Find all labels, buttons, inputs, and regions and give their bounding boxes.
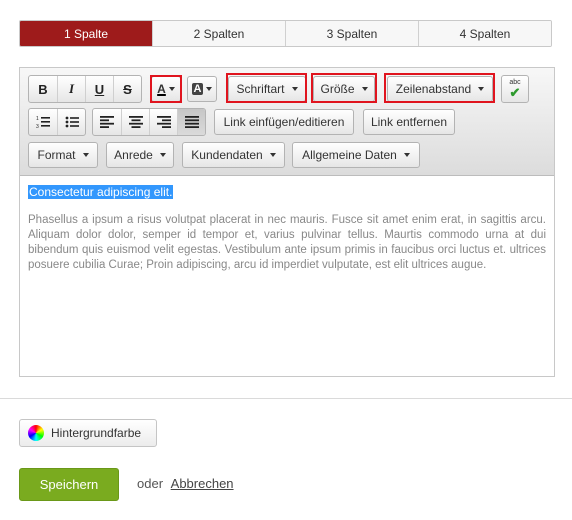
format-label: Format xyxy=(37,148,76,162)
ordered-list-icon: 1 3 xyxy=(36,116,50,129)
selected-text[interactable]: Consectetur adipiscing elit. xyxy=(28,185,174,199)
italic-button[interactable]: I xyxy=(57,76,85,102)
align-left-button[interactable] xyxy=(93,109,121,135)
checkmark-icon: ✔ xyxy=(509,85,521,100)
rich-text-editor: B I U S A A Schriftart Größe Zeilenabsta… xyxy=(19,67,555,377)
body-paragraph[interactable]: Phasellus a ipsum a risus volutpat place… xyxy=(28,213,546,273)
tab-1-column[interactable]: 1 Spalte xyxy=(20,21,152,46)
customer-data-label: Kundendaten xyxy=(191,148,263,162)
alignment-group xyxy=(92,108,206,136)
background-color-icon: A xyxy=(191,83,204,95)
svg-text:1: 1 xyxy=(36,116,39,122)
list-group: 1 3 xyxy=(28,108,86,136)
line-height-dropdown[interactable]: Zeilenabstand xyxy=(387,76,493,102)
column-tabs: 1 Spalte 2 Spalten 3 Spalten 4 Spalten xyxy=(19,20,552,47)
save-button[interactable]: Speichern xyxy=(19,468,119,501)
underline-button[interactable]: U xyxy=(85,76,113,102)
customer-data-dropdown[interactable]: Kundendaten xyxy=(182,142,285,168)
align-center-button[interactable] xyxy=(121,109,149,135)
svg-text:3: 3 xyxy=(36,124,39,129)
align-center-icon xyxy=(128,116,143,128)
chevron-down-icon xyxy=(82,153,89,157)
font-family-label: Schriftart xyxy=(236,82,285,96)
background-color-button[interactable]: A xyxy=(187,76,217,102)
align-justify-button[interactable] xyxy=(177,109,205,135)
tab-2-columns[interactable]: 2 Spalten xyxy=(152,21,285,46)
editor-content[interactable]: Consectetur adipiscing elit. Phasellus a… xyxy=(20,176,554,282)
section-divider xyxy=(0,398,572,399)
salutation-label: Anrede xyxy=(114,148,153,162)
general-data-dropdown[interactable]: Allgemeine Daten xyxy=(292,142,420,168)
align-right-icon xyxy=(156,116,171,128)
font-family-dropdown[interactable]: Schriftart xyxy=(228,76,306,102)
cancel-link[interactable]: Abbrechen xyxy=(171,476,234,491)
font-color-icon: A xyxy=(157,82,166,96)
editor-toolbar: B I U S A A Schriftart Größe Zeilenabsta… xyxy=(20,68,554,176)
insert-link-button[interactable]: Link einfügen/editieren xyxy=(214,109,354,135)
chevron-down-icon xyxy=(269,153,276,157)
general-data-label: Allgemeine Daten xyxy=(302,148,397,162)
chevron-down-icon xyxy=(168,87,175,91)
font-color-button[interactable]: A xyxy=(151,76,181,102)
background-color-label: Hintergrundfarbe xyxy=(51,426,142,440)
chevron-down-icon xyxy=(159,153,166,157)
align-right-button[interactable] xyxy=(149,109,177,135)
font-size-label: Größe xyxy=(320,82,355,96)
format-dropdown[interactable]: Format xyxy=(28,142,98,168)
align-left-icon xyxy=(100,116,114,128)
remove-link-button[interactable]: Link entfernen xyxy=(363,109,455,135)
color-wheel-icon xyxy=(28,425,44,441)
spellcheck-button[interactable]: abc ✔ xyxy=(501,75,529,103)
align-justify-icon xyxy=(184,116,199,128)
or-text: oder xyxy=(137,476,164,491)
bold-button[interactable]: B xyxy=(29,76,57,102)
unordered-list-button[interactable] xyxy=(57,109,85,135)
font-size-dropdown[interactable]: Größe xyxy=(313,76,375,102)
chevron-down-icon xyxy=(291,87,298,91)
unordered-list-icon xyxy=(65,116,79,128)
chevron-down-icon xyxy=(478,87,485,91)
tab-3-columns[interactable]: 3 Spalten xyxy=(285,21,418,46)
strikethrough-button[interactable]: S xyxy=(113,76,141,102)
text-style-group: B I U S xyxy=(28,75,142,103)
ordered-list-button[interactable]: 1 3 xyxy=(29,109,57,135)
chevron-down-icon xyxy=(206,87,213,91)
line-height-label: Zeilenabstand xyxy=(395,82,472,96)
cancel-area: oder Abbrechen xyxy=(137,476,234,491)
tab-4-columns[interactable]: 4 Spalten xyxy=(418,21,551,46)
background-color-picker-button[interactable]: Hintergrundfarbe xyxy=(19,419,157,447)
salutation-dropdown[interactable]: Anrede xyxy=(106,142,174,168)
chevron-down-icon xyxy=(361,87,368,91)
chevron-down-icon xyxy=(403,153,410,157)
